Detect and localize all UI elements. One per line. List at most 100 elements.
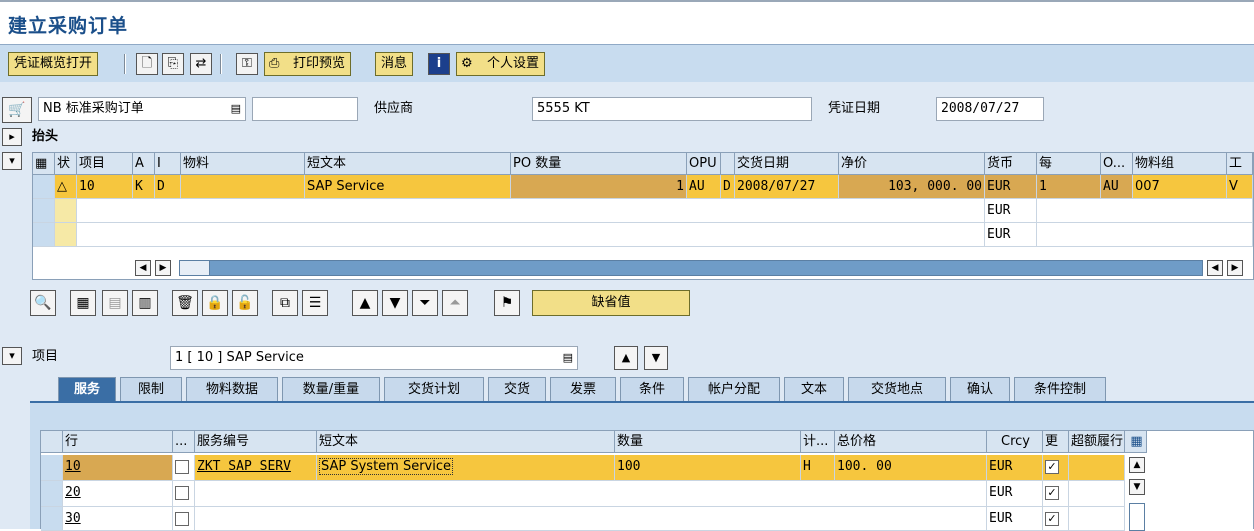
vertical-scrollbar[interactable] <box>1129 503 1145 531</box>
col-service-number[interactable]: 服务编号 <box>195 431 317 453</box>
service-quantity-cell[interactable]: 100 <box>615 455 801 481</box>
hold-icon[interactable]: ⚿ <box>236 53 258 75</box>
overfulfillment-cell[interactable] <box>1069 507 1125 531</box>
deletion-checkbox-cell[interactable] <box>173 481 195 507</box>
order-price-unit-cell[interactable]: AU <box>1101 175 1133 199</box>
currency-cell[interactable]: EUR <box>985 199 1037 223</box>
gross-price-cell[interactable]: 100. 00 <box>835 455 987 481</box>
plant-cell[interactable]: V <box>1227 175 1253 199</box>
date-category-cell[interactable]: D <box>721 175 735 199</box>
select-all-icon[interactable]: ▦ <box>70 290 96 316</box>
deletion-checkbox[interactable] <box>175 485 189 500</box>
col-account-assignment[interactable]: A <box>133 153 155 175</box>
item-cell[interactable]: 10 <box>77 175 133 199</box>
tab-delivery-schedule[interactable]: 交货计划 <box>384 377 484 401</box>
col-status[interactable]: 状 <box>55 153 77 175</box>
order-number-field[interactable] <box>252 97 358 121</box>
scroll-left-icon[interactable]: ◀ <box>1207 260 1223 276</box>
personal-settings-button[interactable]: ⚙ 个人设置 <box>456 52 546 76</box>
col-item[interactable]: 项目 <box>77 153 133 175</box>
row-selector-header[interactable] <box>41 431 63 453</box>
service-currency-cell[interactable]: EUR <box>987 455 1043 481</box>
shopping-cart-icon[interactable]: 🛒 <box>2 97 32 123</box>
empty-row-cells[interactable] <box>195 507 987 531</box>
currency-cell[interactable]: EUR <box>985 175 1037 199</box>
col-overfulfillment[interactable]: 超额履行 <box>1069 431 1125 453</box>
vendor-field[interactable]: 5555 KT <box>532 97 812 121</box>
col-per[interactable]: 每 <box>1037 153 1101 175</box>
col-order-unit[interactable]: OPU <box>687 153 721 175</box>
filter-icon[interactable]: ⏷ <box>412 290 438 316</box>
update-checkbox[interactable]: ✓ <box>1045 485 1059 500</box>
collapse-items-icon[interactable]: ▾ <box>2 152 22 170</box>
empty-row-cells[interactable] <box>77 199 985 223</box>
material-group-cell[interactable]: 007 <box>1133 175 1227 199</box>
line-cell[interactable]: 20 <box>63 481 173 507</box>
col-net-price[interactable]: 净价 <box>839 153 985 175</box>
col-material[interactable]: 物料 <box>181 153 305 175</box>
col-update[interactable]: 更 <box>1043 431 1069 453</box>
col-item-category[interactable]: I <box>155 153 181 175</box>
unlock-icon[interactable]: 🔓 <box>232 290 258 316</box>
line-cell[interactable]: 30 <box>63 507 173 531</box>
update-checkbox[interactable]: ✓ <box>1045 459 1059 474</box>
tab-delivery[interactable]: 交货 <box>488 377 546 401</box>
col-short-text[interactable]: 短文本 <box>317 431 615 453</box>
short-text-cell[interactable]: SAP Service <box>305 175 511 199</box>
po-quantity-cell[interactable]: 1 <box>511 175 687 199</box>
tab-limits[interactable]: 限制 <box>120 377 182 401</box>
col-unit[interactable]: 计... <box>801 431 835 453</box>
deletion-checkbox-cell[interactable] <box>173 455 195 481</box>
col-deletion[interactable]: ... <box>173 431 195 453</box>
empty-row-cells[interactable] <box>195 481 987 507</box>
tab-confirmations[interactable]: 确认 <box>950 377 1010 401</box>
col-currency[interactable]: 货币 <box>985 153 1037 175</box>
next-item-icon[interactable]: ▼ <box>644 346 668 370</box>
currency-cell[interactable]: EUR <box>985 223 1037 247</box>
material-cell[interactable] <box>181 175 305 199</box>
acct-assign-cell[interactable]: K <box>133 175 155 199</box>
new-document-icon[interactable]: 🗋 <box>136 53 158 75</box>
service-currency-cell[interactable]: EUR <box>987 507 1043 531</box>
tab-quantity-weight[interactable]: 数量/重量 <box>282 377 380 401</box>
scroll-up-icon[interactable]: ▲ <box>1129 457 1145 473</box>
col-short-text[interactable]: 短文本 <box>305 153 511 175</box>
copy-icon[interactable]: ⧉ <box>272 290 298 316</box>
deletion-checkbox-cell[interactable] <box>173 507 195 531</box>
line-cell[interactable]: 10 <box>63 455 173 481</box>
col-order-price-unit[interactable]: O... <box>1101 153 1133 175</box>
collapse-item-detail-icon[interactable]: ▾ <box>2 347 22 365</box>
col-delivery-date[interactable]: 交货日期 <box>735 153 839 175</box>
item-select[interactable]: 1 [ 10 ] SAP Service ▤ <box>170 346 578 370</box>
delivery-date-cell[interactable]: 2008/07/27 <box>735 175 839 199</box>
empty-row-cells[interactable] <box>77 223 985 247</box>
row-selector[interactable] <box>33 199 55 223</box>
tab-condition-control[interactable]: 条件控制 <box>1014 377 1106 401</box>
deletion-checkbox[interactable] <box>175 511 189 526</box>
service-number-cell[interactable]: ZKT SAP SERV <box>195 455 317 481</box>
tab-material-data[interactable]: 物料数据 <box>186 377 278 401</box>
scrollbar-thumb[interactable] <box>180 261 210 275</box>
row-selector[interactable] <box>41 455 63 481</box>
order-unit-cell[interactable]: AU <box>687 175 721 199</box>
expand-header-icon[interactable]: ▸ <box>2 128 22 146</box>
service-short-text-cell[interactable]: SAP System Service <box>317 455 615 481</box>
additional-planning-icon[interactable]: ⚑ <box>494 290 520 316</box>
col-plant[interactable]: 工 <box>1227 153 1253 175</box>
table-settings-icon[interactable]: ▦ <box>33 153 55 175</box>
info-icon[interactable]: i <box>428 53 450 75</box>
update-checkbox-cell[interactable]: ✓ <box>1043 455 1069 481</box>
tab-services[interactable]: 服务 <box>58 377 116 401</box>
scroll-left-icon[interactable]: ◀ <box>135 260 151 276</box>
row-selector[interactable] <box>41 507 63 531</box>
col-currency[interactable]: Crcy <box>987 431 1043 453</box>
lock-icon[interactable]: 🔒 <box>202 290 228 316</box>
overfulfillment-cell[interactable] <box>1069 481 1125 507</box>
delete-icon[interactable]: 🗑 <box>172 290 198 316</box>
row-selector[interactable] <box>33 223 55 247</box>
change-display-icon[interactable]: ⇄ <box>190 53 212 75</box>
document-date-field[interactable]: 2008/07/27 <box>936 97 1044 121</box>
deselect-all-icon[interactable]: ▥ <box>132 290 158 316</box>
previous-item-icon[interactable]: ▲ <box>614 346 638 370</box>
col-line[interactable]: 行 <box>63 431 173 453</box>
